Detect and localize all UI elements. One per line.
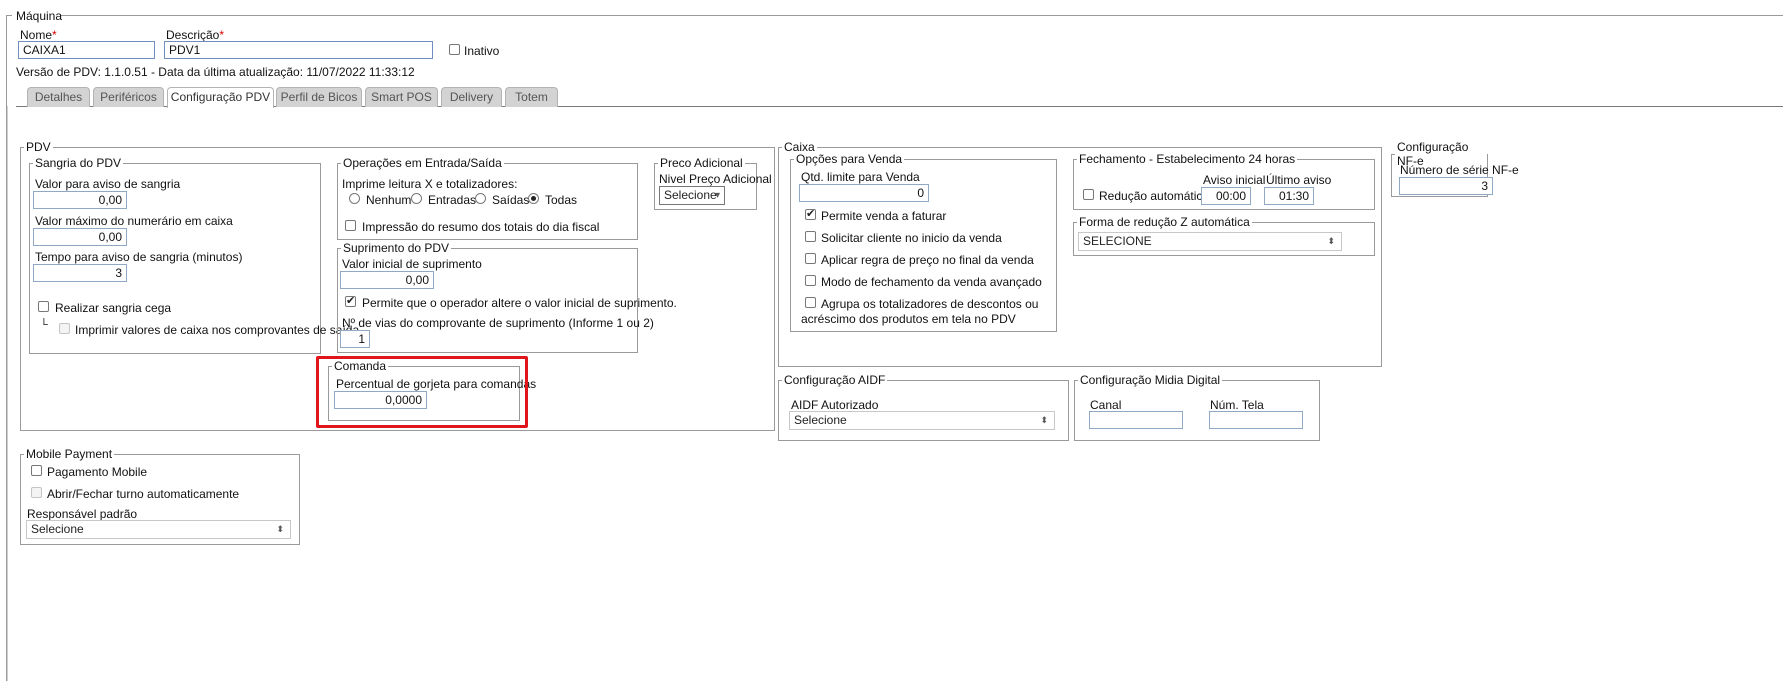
radio-nenhum[interactable] (349, 193, 360, 204)
aviso-inicial-input[interactable] (1201, 187, 1251, 205)
venda-faturar-label: Permite venda a faturar (821, 209, 947, 223)
radio-entradas[interactable] (411, 193, 422, 204)
num-tela-label: Núm. Tela (1210, 398, 1264, 412)
solicitar-cliente-label: Solicitar cliente no inicio da venda (821, 231, 1002, 245)
tab-perfil-de-bicos[interactable]: Perfil de Bicos (276, 87, 362, 107)
maximo-numerario-input[interactable] (33, 228, 127, 246)
opcoes-venda-legend: Opções para Venda (796, 152, 903, 166)
modo-fechamento-checkbox[interactable] (805, 275, 816, 286)
num-tela-input[interactable] (1209, 411, 1303, 429)
abrir-fechar-turno-label: Abrir/Fechar turno automaticamente (47, 487, 240, 501)
venda-faturar-checkbox[interactable] (805, 207, 816, 220)
responsavel-padrao-select[interactable]: Selecione ⬍ (26, 520, 291, 539)
fechamento-legend: Fechamento - Estabelecimento 24 horas (1079, 152, 1296, 166)
tab-smart-pos[interactable]: Smart POS (365, 87, 438, 107)
nome-input[interactable] (18, 41, 155, 59)
qtd-limite-input[interactable] (799, 184, 929, 202)
ultimo-aviso-input[interactable] (1264, 187, 1314, 205)
imprimir-valores-checkbox[interactable] (59, 323, 70, 334)
modo-fechamento-label: Modo de fechamento da venda avançado (821, 275, 1042, 289)
forma-reducao-legend: Forma de redução Z automática (1079, 215, 1250, 229)
nivel-preco-label: Nivel Preço Adicional (659, 172, 772, 186)
valor-suprimento-label: Valor inicial de suprimento (342, 257, 482, 271)
serie-nfe-label: Número de série NF-e (1400, 163, 1519, 177)
pagamento-mobile-checkbox[interactable] (31, 465, 42, 476)
chevron-updown-icon: ⬍ (1040, 415, 1048, 425)
chevron-updown-icon: ⬍ (276, 524, 284, 534)
descricao-label: Descrição* (166, 28, 225, 42)
tab-configuracao-pdv[interactable]: Configuração PDV (167, 87, 274, 108)
tree-connector-icon: └ (40, 319, 48, 331)
abrir-fechar-turno-checkbox[interactable] (31, 487, 42, 498)
vias-label: Nº de vias do comprovante de suprimento … (342, 316, 654, 330)
pagamento-mobile-label: Pagamento Mobile (47, 465, 148, 479)
aviso-inicial-label: Aviso inicial (1203, 173, 1266, 187)
radio-todas[interactable] (528, 193, 539, 204)
canal-input[interactable] (1089, 411, 1183, 429)
tab-totem[interactable]: Totem (505, 87, 558, 107)
regra-preco-label: Aplicar regra de preço no final da venda (821, 253, 1034, 267)
ultimo-aviso-label: Último aviso (1266, 173, 1332, 187)
aviso-sangria-label: Valor para aviso de sangria (35, 177, 181, 191)
maximo-numerario-label: Valor máximo do numerário em caixa (35, 214, 233, 228)
panel-left-border (7, 106, 8, 681)
tab-detalhes[interactable]: Detalhes (27, 87, 90, 107)
aidf-legend: Configuração AIDF (784, 373, 886, 387)
suprimento-legend: Suprimento do PDV (343, 241, 450, 255)
aidf-autorizado-label: AIDF Autorizado (791, 398, 879, 412)
radio-nenhum-label: Nenhum (366, 193, 412, 207)
permite-operador-label: Permite que o operador altere o valor in… (362, 296, 677, 310)
sangria-cega-label: Realizar sangria cega (55, 301, 172, 315)
nivel-preco-select[interactable]: Selecione ▾ (659, 186, 725, 205)
chevron-down-icon: ▾ (714, 190, 720, 201)
forma-reducao-select[interactable]: SELECIONE ⬍ (1078, 232, 1342, 251)
reducao-automatica-label: Redução automática (1099, 189, 1210, 203)
nome-label: Nome* (20, 28, 57, 42)
comanda-highlight-box (316, 356, 528, 428)
resumo-totais-label: Impressão do resumo dos totais do dia fi… (362, 220, 600, 234)
versao-text: Versão de PDV: 1.1.0.51 - Data da última… (16, 65, 415, 79)
radio-saidas[interactable] (475, 193, 486, 204)
radio-saidas-label: Saídas (492, 193, 530, 207)
tempo-sangria-input[interactable] (33, 264, 127, 282)
descricao-input[interactable] (164, 41, 433, 59)
radio-todas-label: Todas (545, 193, 578, 207)
chevron-updown-icon: ⬍ (1327, 236, 1335, 246)
qtd-limite-label: Qtd. limite para Venda (801, 170, 920, 184)
solicitar-cliente-checkbox[interactable] (805, 231, 816, 242)
inativo-label: Inativo (464, 44, 500, 58)
canal-label: Canal (1090, 398, 1122, 412)
agrupa-totalizadores-label: Agrupa os totalizadores de descontos ou (821, 297, 1039, 311)
tab-perifericos[interactable]: Periféricos (93, 87, 164, 107)
reducao-automatica-checkbox[interactable] (1083, 189, 1094, 200)
operacoes-legend: Operações em Entrada/Saída (343, 156, 502, 170)
vias-input[interactable] (340, 330, 370, 348)
imprimir-valores-label: Imprimir valores de caixa nos comprovant… (75, 323, 360, 337)
midia-digital-legend: Configuração Midia Digital (1080, 373, 1221, 387)
inativo-checkbox[interactable] (449, 44, 460, 55)
aidf-autorizado-select[interactable]: Selecione ⬍ (789, 411, 1055, 430)
valor-suprimento-input[interactable] (340, 271, 434, 289)
responsavel-padrao-label: Responsável padrão (27, 507, 138, 521)
sangria-cega-checkbox[interactable] (38, 301, 49, 312)
resumo-totais-checkbox[interactable] (345, 220, 356, 231)
mobile-payment-legend: Mobile Payment (26, 447, 113, 461)
permite-operador-checkbox[interactable] (345, 294, 356, 307)
tempo-sangria-label: Tempo para aviso de sangria (minutos) (35, 250, 243, 264)
pdv-legend: PDV (26, 140, 51, 154)
agrupa-totalizadores-checkbox[interactable] (805, 297, 816, 308)
regra-preco-checkbox[interactable] (805, 253, 816, 264)
maquina-frame-top-right (60, 15, 1783, 16)
serie-nfe-input[interactable] (1399, 177, 1493, 195)
radio-entradas-label: Entradas (428, 193, 477, 207)
tab-delivery[interactable]: Delivery (441, 87, 502, 107)
preco-adicional-legend: Preco Adicional (660, 156, 743, 170)
imprime-leitura-label: Imprime leitura X e totalizadores: (342, 177, 518, 191)
aviso-sangria-input[interactable] (33, 191, 127, 209)
sangria-legend: Sangria do PDV (35, 156, 122, 170)
agrupa-totalizadores-label-2: acréscimo dos produtos em tela no PDV (801, 312, 1016, 326)
maquina-legend: Máquina (16, 9, 63, 23)
